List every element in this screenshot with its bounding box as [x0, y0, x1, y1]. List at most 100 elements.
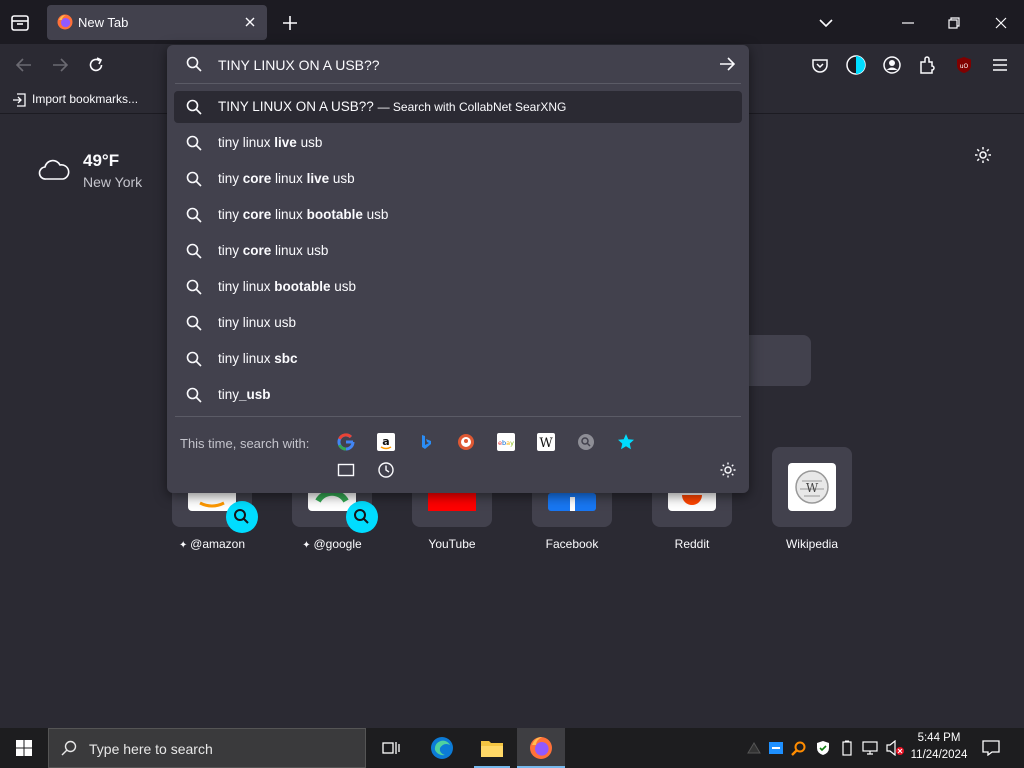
tray-search-tool-icon[interactable]	[790, 739, 808, 757]
network-icon[interactable]	[860, 739, 880, 757]
go-arrow-icon[interactable]	[717, 54, 737, 74]
urlbar-input[interactable]: TINY LINUX ON A USB??	[167, 45, 707, 83]
windows-security-icon[interactable]	[814, 739, 832, 757]
search-suggestion-row[interactable]: tiny linux live usb	[174, 127, 742, 159]
search-icon	[61, 740, 77, 756]
svg-text:uO: uO	[960, 63, 969, 70]
urlbar-input-value: TINY LINUX ON A USB??	[218, 57, 380, 73]
search-icon	[186, 351, 202, 367]
amazon-icon[interactable]: a	[377, 433, 395, 451]
minimize-window-icon[interactable]	[898, 13, 918, 33]
shortcut-label-amazon: ✦ @amazon	[178, 537, 246, 551]
pocket-icon[interactable]	[809, 54, 831, 76]
svg-text:W: W	[539, 436, 553, 451]
shortcut-label-wikipedia: Wikipedia	[785, 537, 839, 551]
hamburger-menu-icon[interactable]	[989, 54, 1011, 76]
search-icon	[186, 135, 202, 151]
history-clock-icon[interactable]	[377, 461, 395, 479]
new-tab-icon[interactable]	[280, 13, 300, 33]
search-icon	[186, 315, 202, 331]
customize-gear-icon[interactable]	[972, 144, 994, 166]
tab-new-tab[interactable]: New Tab	[47, 5, 267, 40]
firefox-taskbar-icon[interactable]	[517, 728, 565, 768]
urlbar-heuristic-result[interactable]: TINY LINUX ON A USB?? — Search with Coll…	[174, 91, 742, 123]
firefox-view-icon[interactable]	[10, 13, 30, 33]
svg-text:a: a	[382, 435, 389, 448]
battery-icon[interactable]	[838, 739, 856, 757]
pin-icon: ✦	[178, 540, 191, 551]
import-bookmarks-label: Import bookmarks...	[32, 92, 139, 106]
search-icon	[186, 279, 202, 295]
close-window-icon[interactable]	[991, 13, 1011, 33]
account-icon[interactable]	[881, 54, 903, 76]
import-icon	[12, 93, 26, 107]
search-shortcut-badge-icon	[346, 501, 378, 533]
taskbar-search-box[interactable]: Type here to search	[48, 728, 366, 768]
extensions-icon[interactable]	[917, 54, 939, 76]
search-suggestion-row[interactable]: tiny linux usb	[174, 307, 742, 339]
wikipedia-logo-icon: W	[788, 463, 836, 511]
tabs-icon[interactable]	[337, 461, 355, 479]
bookmarks-star-icon[interactable]	[617, 433, 635, 451]
file-explorer-icon[interactable]	[478, 734, 506, 762]
shortcut-label-google: ✦ @google	[302, 537, 362, 551]
search-suggestion-row[interactable]: tiny_usb	[174, 379, 742, 411]
ublock-origin-icon[interactable]: uO	[953, 54, 975, 76]
close-tab-icon[interactable]	[243, 15, 257, 29]
svg-text:W: W	[806, 481, 819, 495]
shortcut-tile-wikipedia[interactable]: W	[772, 447, 852, 527]
pin-icon: ✦	[302, 540, 314, 551]
forward-arrow-icon[interactable]	[50, 55, 70, 75]
edge-browser-icon[interactable]	[428, 734, 456, 762]
ebay-icon[interactable]: ebay	[497, 433, 515, 451]
restore-window-icon[interactable]	[944, 13, 964, 33]
dark-reader-icon[interactable]	[845, 54, 867, 76]
shortcut-label-youtube: YouTube	[428, 537, 476, 551]
search-shortcut-badge-icon	[226, 501, 258, 533]
search-suggestion-text: tiny linux sbc	[218, 351, 298, 366]
taskbar-clock-date[interactable]: 11/24/2024	[905, 749, 973, 761]
search-suggestion-text: tiny linux bootable usb	[218, 279, 357, 294]
firefox-logo-icon	[57, 14, 73, 30]
search-suggestion-text: tiny linux live usb	[218, 135, 323, 150]
search-icon	[186, 243, 202, 259]
search-icon	[186, 387, 202, 403]
cloud-icon	[38, 159, 70, 181]
page-search-box[interactable]	[740, 335, 811, 386]
shortcut-label-reddit: Reddit	[674, 537, 710, 551]
search-icon	[186, 171, 202, 187]
reload-icon[interactable]	[86, 55, 106, 75]
google-icon[interactable]	[337, 433, 355, 451]
weather-location: New York	[83, 174, 143, 190]
heuristic-action: — Search with CollabNet SearXNG	[377, 100, 567, 114]
svg-text:ebay: ebay	[498, 439, 514, 447]
action-center-icon[interactable]	[978, 737, 1004, 759]
volume-muted-icon[interactable]	[884, 739, 906, 757]
duckduckgo-icon[interactable]	[457, 433, 475, 451]
tray-remote-icon[interactable]	[767, 740, 785, 756]
search-suggestion-text: tiny linux usb	[218, 315, 297, 330]
divider	[175, 416, 741, 417]
weather-temperature: 49°F	[83, 151, 120, 170]
search-settings-gear-icon[interactable]	[719, 461, 737, 479]
search-suggestion-row[interactable]: tiny core linux usb	[174, 235, 742, 267]
one-off-search-label: This time, search with:	[180, 436, 310, 451]
windows-start-icon[interactable]	[0, 728, 48, 768]
back-arrow-icon[interactable]	[14, 55, 34, 75]
shortcut-label-facebook: Facebook	[545, 537, 599, 551]
task-view-icon[interactable]	[378, 736, 404, 760]
searxng-icon[interactable]	[577, 433, 595, 451]
tab-bar: New Tab	[0, 0, 1024, 44]
tray-app-icon[interactable]	[745, 740, 763, 756]
windows-taskbar: Type here to search 5:44 PM 11/24/2024	[0, 728, 1024, 768]
bing-icon[interactable]	[417, 433, 435, 451]
tab-title: New Tab	[78, 15, 129, 30]
search-suggestion-row[interactable]: tiny core linux live usb	[174, 163, 742, 195]
search-suggestion-row[interactable]: tiny linux sbc	[174, 343, 742, 375]
search-suggestion-row[interactable]: tiny core linux bootable usb	[174, 199, 742, 231]
list-tabs-chevron-icon[interactable]	[816, 13, 836, 33]
wikipedia-icon[interactable]: W	[537, 433, 555, 451]
taskbar-clock-time[interactable]: 5:44 PM	[912, 732, 966, 744]
search-suggestion-row[interactable]: tiny linux bootable usb	[174, 271, 742, 303]
heuristic-query: TINY LINUX ON A USB??	[218, 99, 374, 114]
